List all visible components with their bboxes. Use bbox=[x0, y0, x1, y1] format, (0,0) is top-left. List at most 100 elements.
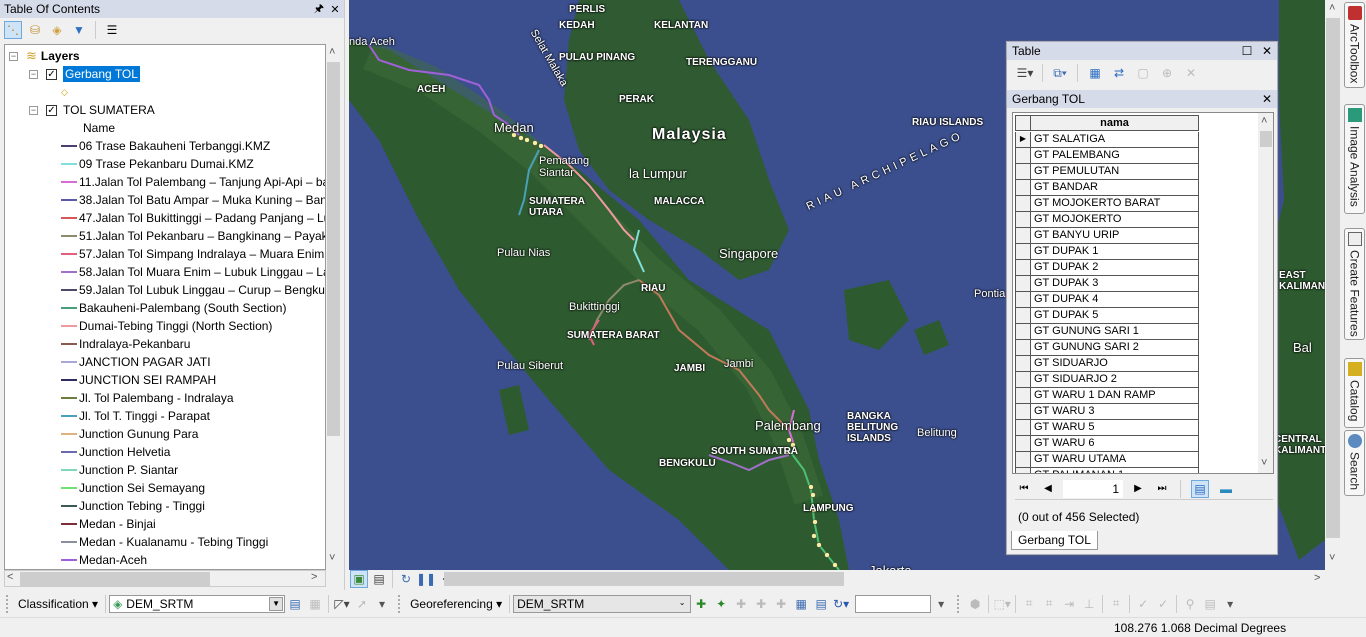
scroll-up-icon[interactable]: ˄ bbox=[1329, 2, 1335, 14]
table-row[interactable]: GT DUPAK 3 bbox=[1015, 276, 1199, 292]
delete-selected-icon[interactable]: ✕ bbox=[1182, 64, 1200, 82]
create-signature-icon[interactable]: ▦ bbox=[306, 595, 324, 613]
show-all-records-icon[interactable]: ▤ bbox=[1191, 479, 1209, 498]
layer-tol-sumatera[interactable]: − ✓ TOL SUMATERA bbox=[29, 101, 155, 119]
line-symbol-icon[interactable] bbox=[61, 271, 77, 273]
legend-item[interactable]: 09 Trase Pekanbaru Dumai.KMZ bbox=[61, 155, 254, 173]
line-symbol-icon[interactable] bbox=[61, 559, 77, 561]
scroll-down-icon[interactable]: ˅ bbox=[1261, 457, 1267, 469]
legend-item[interactable]: Bakauheni-Palembang (South Section) bbox=[61, 299, 286, 317]
previous-record-icon[interactable]: ◀ bbox=[1039, 483, 1057, 494]
table-cell-nama[interactable]: GT GUNUNG SARI 1 bbox=[1031, 324, 1199, 340]
line-symbol-icon[interactable] bbox=[61, 469, 77, 471]
legend-item[interactable]: JANCTION PAGAR JATI bbox=[61, 353, 211, 371]
table-cell-nama[interactable]: GT BANDAR bbox=[1031, 180, 1199, 196]
zoom-to-selected-icon[interactable]: ⊕ bbox=[1158, 64, 1176, 82]
legend-item[interactable]: 58.Jalan Tol Muara Enim – Lubuk Linggau … bbox=[61, 263, 325, 281]
toolbar-grip[interactable] bbox=[957, 594, 961, 613]
validate-topology-icon[interactable]: ✓ bbox=[1134, 595, 1152, 613]
first-record-icon[interactable]: ⏮ bbox=[1015, 483, 1033, 494]
row-header-corner[interactable] bbox=[1015, 115, 1031, 131]
table-row[interactable]: GT WARU 3 bbox=[1015, 404, 1199, 420]
row-selector[interactable] bbox=[1015, 196, 1031, 212]
line-symbol-icon[interactable] bbox=[61, 361, 77, 363]
legend-item[interactable]: 51.Jalan Tol Pekanbaru – Bangkinang – Pa… bbox=[61, 227, 325, 245]
collapse-icon[interactable]: − bbox=[29, 69, 38, 79]
current-record-input[interactable]: 1 bbox=[1063, 479, 1123, 498]
maximize-icon[interactable]: ☐ bbox=[1238, 42, 1256, 60]
toolbar-options-icon[interactable]: ▾ bbox=[1221, 595, 1239, 613]
line-symbol-icon[interactable] bbox=[61, 379, 77, 381]
data-view-icon[interactable]: ▣ bbox=[350, 570, 368, 588]
add-control-points-icon[interactable]: ✚ bbox=[692, 595, 710, 613]
table-row[interactable]: GT DUPAK 1 bbox=[1015, 244, 1199, 260]
table-cell-nama[interactable]: GT WARU 6 bbox=[1031, 436, 1199, 452]
line-symbol-icon[interactable] bbox=[61, 487, 77, 489]
row-selector[interactable] bbox=[1015, 212, 1031, 228]
list-by-selection-icon[interactable]: ▼ bbox=[70, 21, 88, 39]
scroll-thumb[interactable] bbox=[327, 62, 340, 436]
table-row[interactable]: GT WARU 5 bbox=[1015, 420, 1199, 436]
list-by-source-icon[interactable]: ⛁ bbox=[26, 21, 44, 39]
layout-view-icon[interactable]: ▤ bbox=[370, 570, 388, 588]
legend-item[interactable]: Junction Gunung Para bbox=[61, 425, 198, 443]
table-row[interactable]: GT MOJOKERTO BARAT bbox=[1015, 196, 1199, 212]
switch-selection-icon[interactable]: ⇄ bbox=[1110, 64, 1128, 82]
layer-gerbang-tol[interactable]: − ✓ Gerbang TOL bbox=[29, 65, 140, 83]
row-selector[interactable] bbox=[1015, 452, 1031, 468]
related-tables-icon[interactable]: ⧉▾ bbox=[1051, 64, 1069, 82]
legend-item[interactable]: Medan - Kualanamu - Tebing Tinggi bbox=[61, 533, 268, 551]
legend-item[interactable]: 47.Jalan Tol Bukittinggi – Padang Panjan… bbox=[61, 209, 325, 227]
refresh-icon[interactable]: ↻ bbox=[397, 570, 415, 588]
table-cell-nama[interactable]: GT WARU 5 bbox=[1031, 420, 1199, 436]
select-by-attributes-icon[interactable]: ▦ bbox=[1086, 64, 1104, 82]
row-selector[interactable] bbox=[1015, 420, 1031, 436]
georef-layer-select[interactable]: DEM_SRTM ⌄ bbox=[513, 594, 692, 613]
layer-visibility-checkbox[interactable]: ✓ bbox=[46, 68, 57, 80]
layer-visibility-checkbox[interactable]: ✓ bbox=[46, 104, 57, 116]
topology-edit-icon[interactable]: ⌗ bbox=[1020, 595, 1038, 613]
validate-extent-icon[interactable]: ✓ bbox=[1154, 595, 1172, 613]
toolbar-grip[interactable] bbox=[398, 594, 402, 613]
row-selector[interactable] bbox=[1015, 372, 1031, 388]
delete-link-icon[interactable]: ✚ bbox=[772, 595, 790, 613]
table-row[interactable]: GT GUNUNG SARI 1 bbox=[1015, 324, 1199, 340]
georef-value-input[interactable] bbox=[855, 594, 932, 613]
line-symbol-icon[interactable] bbox=[61, 505, 77, 507]
line-symbol-icon[interactable] bbox=[61, 325, 77, 327]
table-titlebar[interactable]: Table ☐ ✕ bbox=[1007, 42, 1277, 60]
legend-item[interactable]: 06 Trase Bakauheni Terbanggi.KMZ bbox=[61, 137, 270, 155]
draw-polygon-icon[interactable]: ◸▾ bbox=[333, 595, 351, 613]
table-cell-nama[interactable]: GT SIDUARJO 2 bbox=[1031, 372, 1199, 388]
toc-vertical-scrollbar[interactable]: ˄ ˅ bbox=[326, 44, 341, 570]
toolbar-options-icon[interactable]: ▾ bbox=[932, 595, 950, 613]
table-cell-nama[interactable]: GT DUPAK 2 bbox=[1031, 260, 1199, 276]
dock-tab-arctoolbox[interactable]: ArcToolbox bbox=[1344, 2, 1365, 88]
training-sample-manager-icon[interactable]: ▤ bbox=[286, 595, 304, 613]
row-selector[interactable] bbox=[1015, 436, 1031, 452]
topology-align-icon[interactable]: ⇥ bbox=[1060, 595, 1078, 613]
row-selector[interactable] bbox=[1015, 404, 1031, 420]
map-horizontal-scroll-thumb[interactable] bbox=[444, 572, 844, 586]
topology-extend-icon[interactable]: ⊥ bbox=[1080, 595, 1098, 613]
table-row[interactable]: GT DUPAK 4 bbox=[1015, 292, 1199, 308]
line-symbol-icon[interactable] bbox=[61, 541, 77, 543]
table-cell-nama[interactable]: GT DUPAK 1 bbox=[1031, 244, 1199, 260]
dock-tab-create-features[interactable]: Create Features bbox=[1344, 228, 1365, 340]
legend-item[interactable]: Indralaya-Pekanbaru bbox=[61, 335, 190, 353]
line-symbol-icon[interactable] bbox=[61, 307, 77, 309]
table-row[interactable]: GT SIDUARJO 2 bbox=[1015, 372, 1199, 388]
table-cell-nama[interactable]: GT BANYU URIP bbox=[1031, 228, 1199, 244]
table-cell-nama[interactable]: GT WARU 3 bbox=[1031, 404, 1199, 420]
legend-item[interactable]: Medan - Binjai bbox=[61, 515, 156, 533]
options-icon[interactable]: ☰ bbox=[103, 21, 121, 39]
line-symbol-icon[interactable] bbox=[61, 235, 77, 237]
table-cell-nama[interactable]: GT WARU UTAMA bbox=[1031, 452, 1199, 468]
legend-item[interactable]: Junction Sei Semayang bbox=[61, 479, 205, 497]
table-row[interactable]: GT PALIMANAN 1 bbox=[1015, 468, 1199, 473]
close-icon[interactable]: ✕ bbox=[328, 3, 342, 16]
next-record-icon[interactable]: ▶ bbox=[1129, 483, 1147, 494]
table-cell-nama[interactable]: GT DUPAK 4 bbox=[1031, 292, 1199, 308]
scroll-thumb[interactable] bbox=[1260, 131, 1272, 147]
close-icon[interactable]: ✕ bbox=[1258, 90, 1276, 108]
